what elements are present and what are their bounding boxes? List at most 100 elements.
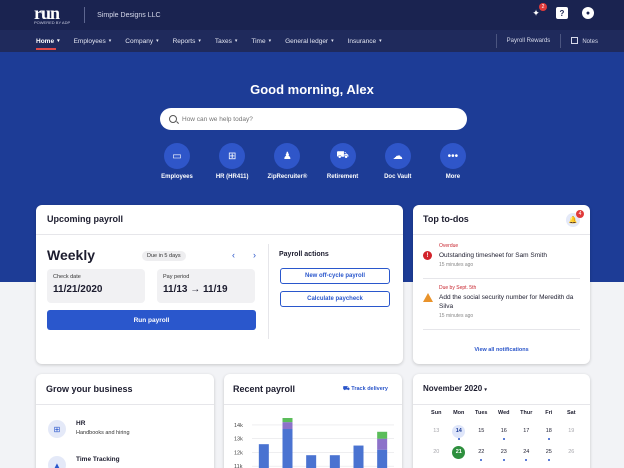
nav-label: Home — [36, 37, 55, 45]
off-cycle-payroll-button[interactable]: New off-cycle payroll — [280, 268, 390, 284]
nav-general-ledger[interactable]: General ledger ▾ — [285, 30, 334, 52]
rocket-icon[interactable]: ✦ 2 — [530, 3, 547, 19]
nav-home[interactable]: Home ▾ — [36, 30, 60, 52]
pay-period-value: 11/13 → 11/19 — [163, 284, 228, 295]
run-payroll-button[interactable]: Run payroll — [47, 310, 256, 330]
notes-icon — [571, 37, 579, 44]
day-number: 26 — [568, 449, 575, 455]
day-number: 23 — [500, 449, 507, 455]
chevron-down-icon: ▾ — [268, 38, 272, 44]
chevron-left-icon[interactable]: ‹ — [232, 250, 235, 260]
day-number: 19 — [568, 428, 575, 434]
bar-segment[interactable] — [329, 455, 340, 468]
todo-divider — [423, 278, 580, 279]
grow-item-title: HR — [76, 420, 86, 427]
grow-business-card: Grow your business ⊞ HR Handbooks and hi… — [36, 374, 214, 468]
calendar-day[interactable]: 26 — [560, 445, 583, 459]
calendar-month[interactable]: November 2020 ▾ — [423, 384, 487, 393]
calendar-day[interactable]: 16 — [493, 424, 516, 440]
calendar-day[interactable]: 18 — [538, 424, 561, 440]
nav-right: Payroll Rewards Notes — [486, 30, 598, 52]
chevron-right-icon[interactable]: › — [253, 250, 256, 260]
todo-item[interactable]: ! Overdue Outstanding timesheet for Sam … — [423, 243, 580, 273]
nav-items: Home ▾ Employees ▾ Company ▾ Reports ▾ Taxes… — [36, 30, 396, 52]
quick-action-hr[interactable]: ⊞ HR (HR411) — [205, 143, 259, 180]
day-number: 25 — [545, 449, 552, 455]
quick-action-label: HR (HR411) — [215, 174, 249, 180]
bell-icon[interactable]: 🔔 4 — [566, 210, 584, 227]
quick-action-employees[interactable]: ▭ Employees — [150, 143, 204, 180]
nav-time[interactable]: Time ▾ — [251, 30, 271, 52]
calculate-paycheck-button[interactable]: Calculate paycheck — [280, 291, 390, 307]
bar-segment[interactable] — [377, 431, 388, 439]
quick-action-ziprecruiter[interactable]: ♟ ZipRecruiter® — [260, 143, 314, 180]
help-icon[interactable]: ? — [556, 7, 568, 19]
notes-button[interactable]: Notes — [571, 37, 598, 45]
grow-item-time-tracking[interactable]: ▲ Time Tracking — [48, 456, 120, 468]
calendar-day[interactable]: 14 — [448, 424, 471, 440]
calendar-day[interactable]: 17 — [515, 424, 538, 438]
event-dot — [502, 438, 505, 440]
calendar-day[interactable]: 19 — [560, 424, 583, 438]
calendar-day[interactable]: 24 — [515, 445, 538, 461]
payroll-rewards-link[interactable]: Payroll Rewards — [507, 38, 551, 44]
card-title: Top to-dos — [423, 214, 469, 224]
search-icon — [169, 115, 177, 123]
calendar-day[interactable]: 13 — [425, 424, 448, 438]
chevron-down-icon: ▾ — [379, 38, 382, 44]
todos-card: Top to-dos 🔔 4 ! Overdue Outstanding time… — [413, 205, 590, 364]
calendar-day[interactable]: 21 — [448, 445, 471, 459]
month-label: November 2020 — [423, 384, 483, 393]
nav-employees[interactable]: Employees ▾ — [74, 30, 112, 52]
nav-divider — [560, 34, 562, 48]
nav-company[interactable]: Company ▾ — [125, 30, 158, 52]
recent-payroll-card: Recent payroll ⛟ Track delivery 14k 13k 12… — [224, 374, 402, 468]
day-number: 15 — [478, 428, 485, 434]
chevron-down-icon: ▾ — [484, 387, 487, 393]
quick-action-retirement[interactable]: ⛟ Retirement — [316, 143, 370, 180]
top-header: run POWERED BY ADP Simple Designs LLC ✦ 2… — [0, 0, 624, 30]
bar-segment[interactable] — [282, 422, 293, 430]
nav-label: General ledger — [285, 37, 329, 45]
event-dot — [547, 459, 550, 461]
calendar-day[interactable]: 23 — [493, 445, 516, 461]
warning-icon — [423, 293, 433, 302]
quick-action-doc-vault[interactable]: ☁ Doc Vault — [371, 143, 425, 180]
bar-segment[interactable] — [353, 445, 364, 468]
todo-item[interactable]: Due by Sept. 5th Add the social security… — [423, 285, 580, 325]
nav-label: Employees — [73, 37, 106, 45]
bar-segment[interactable] — [377, 449, 388, 468]
app-logo[interactable]: run POWERED BY ADP — [34, 4, 70, 25]
company-name[interactable]: Simple Designs LLC — [97, 12, 160, 19]
pay-period-label: Pay period — [163, 274, 190, 280]
card-divider — [268, 244, 269, 339]
bar-segment[interactable] — [258, 444, 269, 468]
bar-segment[interactable] — [282, 429, 293, 468]
day-number: 18 — [545, 428, 552, 434]
nav-insurance[interactable]: Insurance ▾ — [348, 30, 382, 52]
nav-taxes[interactable]: Taxes ▾ — [215, 30, 238, 52]
track-delivery-link[interactable]: ⛟ Track delivery — [343, 386, 388, 393]
calendar-weekdays: Sun Mon Tues Wed Thur Fri Sat — [425, 410, 583, 416]
quick-action-more[interactable]: ••• More — [426, 143, 480, 180]
todo-time: 15 minutes ago — [439, 262, 474, 268]
bar-segment[interactable] — [306, 455, 317, 468]
grow-item-hr[interactable]: ⊞ HR Handbooks and hiring — [48, 420, 130, 438]
chevron-down-icon: ▾ — [331, 38, 334, 44]
bar-segment[interactable] — [282, 418, 293, 423]
search-bar[interactable] — [160, 108, 467, 130]
nav-reports[interactable]: Reports ▾ — [173, 30, 201, 52]
quick-action-label: Retirement — [326, 174, 359, 180]
day-number: 24 — [523, 449, 530, 455]
search-input[interactable] — [182, 115, 442, 123]
chevron-down-icon: ▾ — [198, 38, 201, 44]
quick-actions: ▭ Employees ⊞ HR (HR411) ♟ ZipRecruiter®… — [150, 143, 480, 180]
bar-segment[interactable] — [377, 438, 388, 450]
user-profile-icon[interactable]: ● — [582, 7, 594, 19]
calendar-day[interactable]: 20 — [425, 445, 448, 459]
view-all-notifications-link[interactable]: View all notifications — [413, 347, 590, 353]
calendar-day[interactable]: 25 — [538, 445, 561, 461]
calendar-day[interactable]: 22 — [470, 445, 493, 461]
main-nav: Home ▾ Employees ▾ Company ▾ Reports ▾ Taxes… — [0, 30, 624, 52]
calendar-day[interactable]: 15 — [470, 424, 493, 438]
